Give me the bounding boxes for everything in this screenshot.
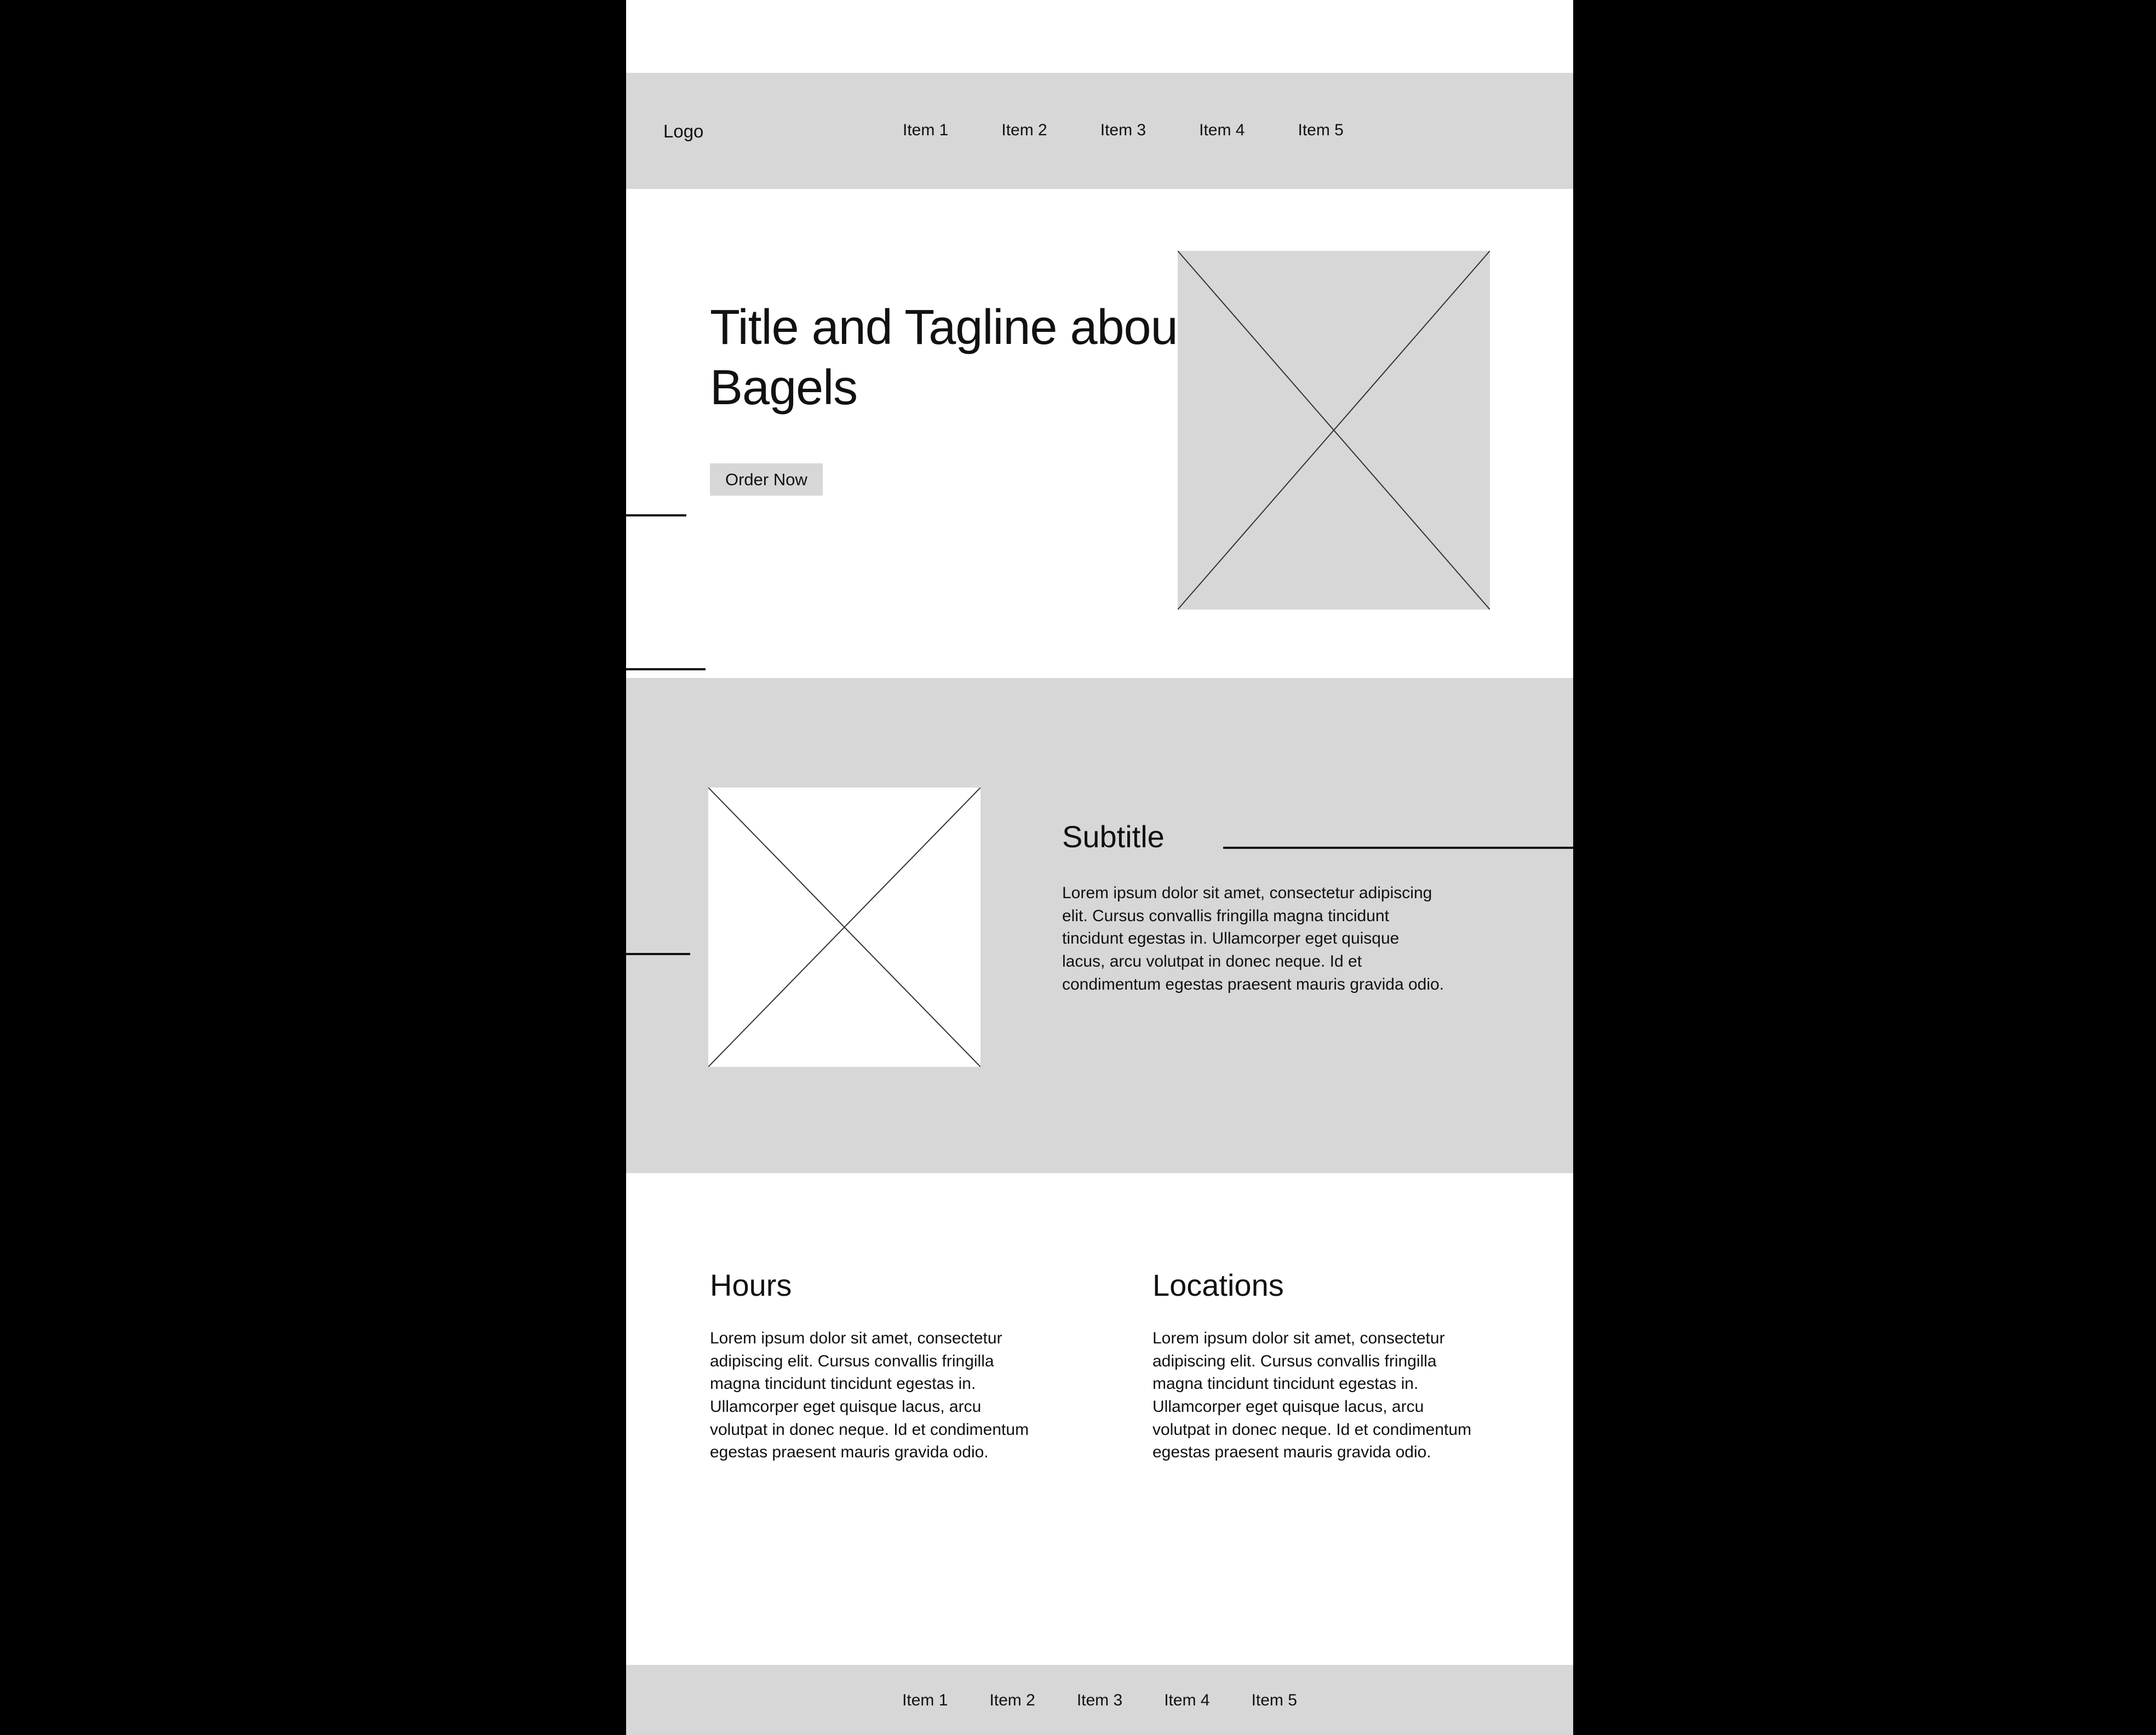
footer-navigation: Item 1 Item 2 Item 3 Item 4 Item 5	[626, 1692, 1573, 1709]
header-navigation: Item 1 Item 2 Item 3 Item 4 Item 5	[903, 122, 1522, 144]
hero-section: Title and Tagline about Bagels Order Now	[626, 189, 1573, 678]
header-nav-item-1[interactable]: Item 1	[903, 122, 948, 139]
site-header: Logo Item 1 Item 2 Item 3 Item 4 Item 5	[626, 73, 1573, 200]
locations-heading: Locations	[1152, 1268, 1284, 1302]
feature-heading-row: Subtitle	[1062, 819, 1573, 854]
feature-section: Subtitle Lorem ipsum dolor sit amet, con…	[626, 678, 1573, 1173]
feature-subtitle-rule	[1223, 847, 1573, 849]
header-nav-item-3[interactable]: Item 3	[1100, 122, 1146, 139]
feature-subtitle: Subtitle	[1062, 819, 1165, 854]
order-now-button[interactable]: Order Now	[710, 463, 823, 496]
site-footer: Item 1 Item 2 Item 3 Item 4 Item 5	[626, 1665, 1573, 1735]
footer-nav-item-1[interactable]: Item 1	[902, 1692, 948, 1709]
hours-heading: Hours	[710, 1268, 792, 1302]
hero-title-annotation-rule	[626, 514, 686, 516]
header-nav-item-4[interactable]: Item 4	[1199, 122, 1245, 139]
wireframe-canvas: Logo Item 1 Item 2 Item 3 Item 4 Item 5 …	[0, 0, 2156, 1735]
feature-image-placeholder	[708, 788, 980, 1067]
logo[interactable]: Logo	[663, 122, 703, 140]
image-placeholder-x-icon	[1178, 251, 1490, 610]
image-placeholder-x-icon	[708, 788, 980, 1067]
locations-body-text: Lorem ipsum dolor sit amet, consectetur …	[1152, 1329, 1472, 1462]
footer-nav-item-5[interactable]: Item 5	[1252, 1692, 1297, 1709]
feature-body-text: Lorem ipsum dolor sit amet, consectetur …	[1062, 884, 1444, 993]
info-section: Hours Lorem ipsum dolor sit amet, consec…	[626, 1173, 1573, 1665]
hero-cta-annotation-rule	[626, 668, 706, 670]
footer-nav-item-4[interactable]: Item 4	[1164, 1692, 1209, 1709]
header-nav-item-5[interactable]: Item 5	[1298, 122, 1344, 139]
feature-annotation-rule	[626, 953, 690, 955]
wireframe-page: Logo Item 1 Item 2 Item 3 Item 4 Item 5 …	[626, 0, 1573, 1735]
feature-content: Subtitle Lorem ipsum dolor sit amet, con…	[1062, 819, 1573, 996]
hero-image-placeholder	[1178, 251, 1490, 610]
footer-nav-item-2[interactable]: Item 2	[989, 1692, 1035, 1709]
info-column-hours: Hours Lorem ipsum dolor sit amet, consec…	[710, 1270, 1039, 1464]
footer-nav-item-3[interactable]: Item 3	[1077, 1692, 1122, 1709]
info-column-locations: Locations Lorem ipsum dolor sit amet, co…	[1152, 1270, 1481, 1464]
header-nav-item-2[interactable]: Item 2	[1001, 122, 1047, 139]
page-title: Title and Tagline about Bagels	[710, 300, 1191, 415]
hours-body-text: Lorem ipsum dolor sit amet, consectetur …	[710, 1329, 1029, 1462]
